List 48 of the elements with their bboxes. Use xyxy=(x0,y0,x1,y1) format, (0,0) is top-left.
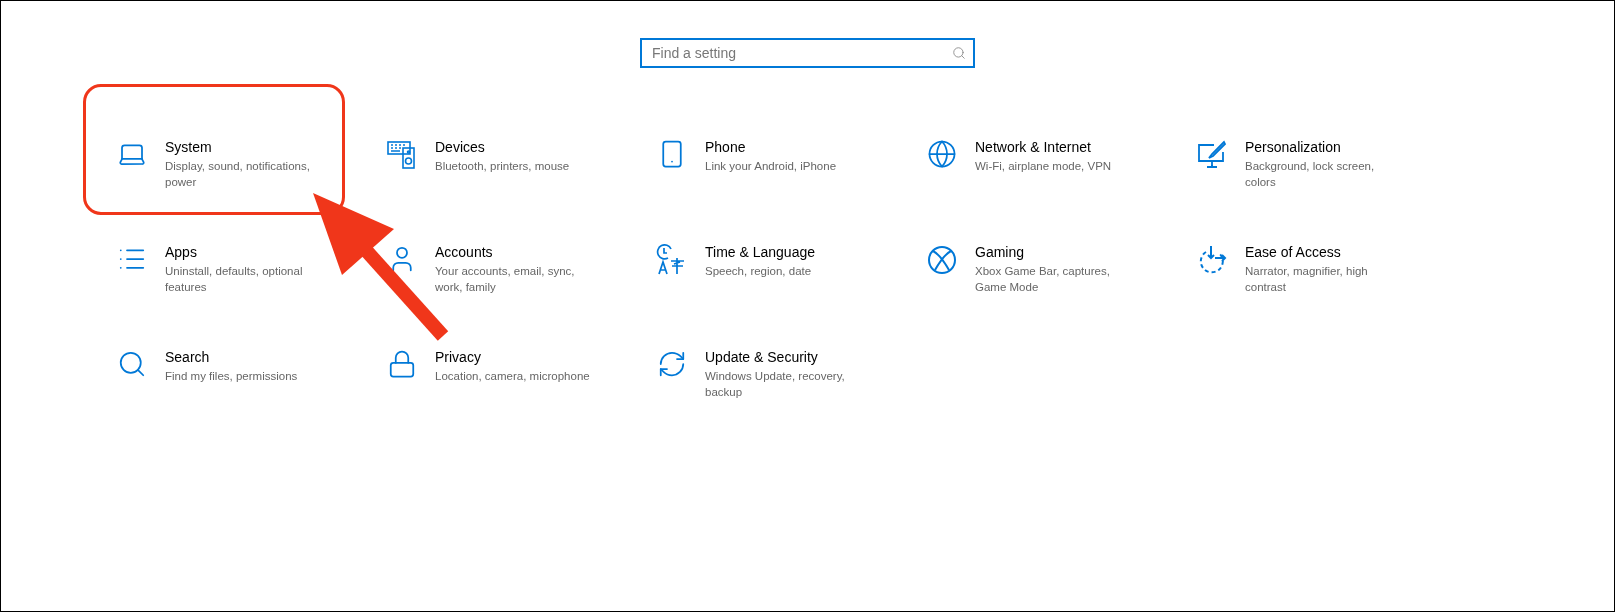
category-description: Xbox Game Bar, captures, Game Mode xyxy=(975,264,1111,295)
category-title: Search xyxy=(165,349,211,365)
category-title: Devices xyxy=(435,139,486,155)
category-description: Find my files, permissions xyxy=(165,369,299,384)
search-field[interactable]: Find a setting xyxy=(640,38,975,68)
category-description: Uninstall, defaults, optional features xyxy=(165,264,304,295)
category-title: Accounts xyxy=(435,244,494,260)
category-title: Apps xyxy=(165,244,198,260)
category-title: System xyxy=(165,139,213,155)
category-title: Ease of Access xyxy=(1245,244,1342,260)
settings-category[interactable]: Personalization Background, lock screen, colors xyxy=(1193,135,1406,190)
category-description: Display, sound, notifications, power xyxy=(165,159,311,190)
settings-category[interactable]: Privacy Location, camera, microphone xyxy=(383,345,596,384)
category-title: Phone xyxy=(705,139,747,155)
category-description: Your accounts, email, sync, work, family xyxy=(435,264,576,295)
settings-category[interactable]: Ease of Access Narrator, magnifier, high contrast xyxy=(1193,240,1406,295)
sync-arrows-icon xyxy=(657,349,687,379)
keyboard-speaker-icon xyxy=(386,139,418,171)
settings-category[interactable]: Time & Language Speech, region, date xyxy=(653,240,866,279)
globe-icon xyxy=(927,139,957,169)
settings-category[interactable]: System Display, sound, notifications, power xyxy=(113,135,326,190)
category-title: Gaming xyxy=(975,244,1026,260)
category-description: Speech, region, date xyxy=(705,264,813,279)
category-title: Network & Internet xyxy=(975,139,1092,155)
category-description: Bluetooth, printers, mouse xyxy=(435,159,571,174)
settings-category[interactable]: Accounts Your accounts, email, sync, work, family xyxy=(383,240,596,295)
settings-category[interactable]: Apps Uninstall, defaults, optional features xyxy=(113,240,326,295)
category-description: Windows Update, recovery, backup xyxy=(705,369,846,400)
settings-category[interactable]: Search Find my files, permissions xyxy=(113,345,326,384)
category-title: Personalization xyxy=(1245,139,1342,155)
settings-category[interactable]: Network & Internet Wi-Fi, airplane mode, VPN xyxy=(923,135,1136,174)
search-icon xyxy=(952,46,966,60)
settings-category[interactable]: Update & Security Windows Update, recovery, backup xyxy=(653,345,866,400)
search-icon xyxy=(117,349,147,379)
category-description: Background, lock screen, colors xyxy=(1245,159,1376,190)
category-title: Privacy xyxy=(435,349,482,365)
category-title: Update & Security xyxy=(705,349,819,365)
xbox-icon xyxy=(926,244,958,276)
category-description: Wi-Fi, airplane mode, VPN xyxy=(975,159,1113,174)
category-title: Time & Language xyxy=(705,244,816,260)
settings-category[interactable]: Phone Link your Android, iPhone xyxy=(653,135,866,174)
settings-category[interactable]: Gaming Xbox Game Bar, captures, Game Mode xyxy=(923,240,1136,295)
category-description: Location, camera, microphone xyxy=(435,369,591,384)
monitor-brush-icon xyxy=(1196,139,1228,171)
category-description: Narrator, magnifier, high contrast xyxy=(1245,264,1369,295)
padlock-icon xyxy=(387,349,417,379)
settings-category[interactable]: Devices Bluetooth, printers, mouse xyxy=(383,135,596,174)
category-description: Link your Android, iPhone xyxy=(705,159,838,174)
